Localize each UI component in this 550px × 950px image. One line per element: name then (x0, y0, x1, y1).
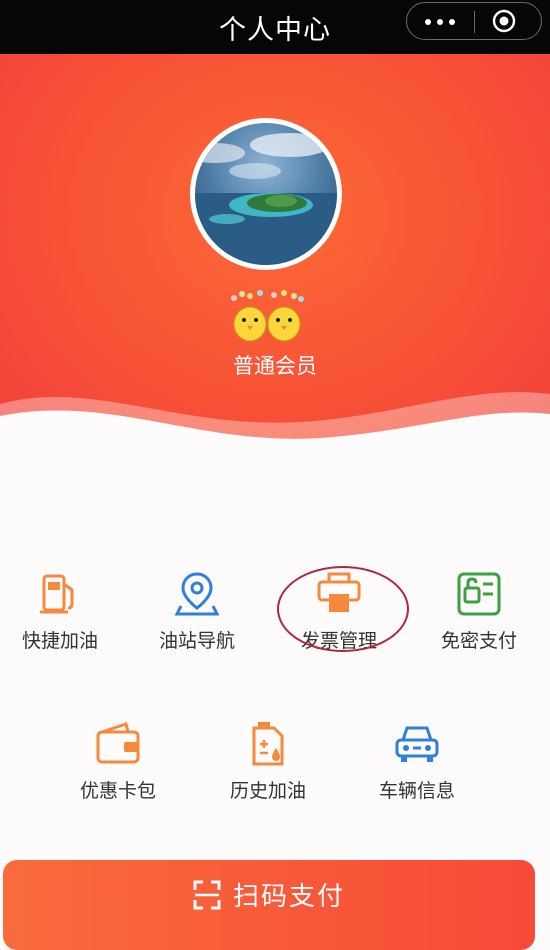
member-level: 普通会员 (233, 354, 317, 378)
scan-pay-button[interactable]: 扫码支付 (3, 860, 535, 950)
menu-item-quick-refuel[interactable]: 快捷加油 (0, 570, 120, 653)
menu-label: 油站导航 (158, 630, 235, 652)
fuel-can-icon (252, 722, 284, 766)
scan-pay-label: 扫码支付 (232, 882, 345, 912)
navigation-bar: 个人中心 (0, 0, 550, 54)
scan-icon (193, 880, 221, 910)
capsule-divider (474, 11, 475, 33)
member-badge-icon (231, 290, 304, 342)
wallet-icon (96, 722, 140, 764)
menu-item-password-free-payment[interactable]: 免密支付 (419, 570, 539, 653)
more-icon[interactable] (425, 19, 455, 25)
menu-label: 车辆信息 (378, 780, 455, 802)
location-pin-icon (174, 572, 220, 616)
island-photo (195, 133, 337, 265)
car-icon (395, 726, 439, 762)
avatar[interactable] (190, 118, 342, 270)
fuel-pump-icon (40, 574, 74, 614)
header-wave (0, 392, 550, 454)
menu-item-vehicle-info[interactable]: 车辆信息 (357, 720, 477, 803)
menu-item-refuel-history[interactable]: 历史加油 (208, 720, 328, 803)
scan-pay-content: 扫码支付 (3, 876, 535, 913)
menu-label: 快捷加油 (21, 630, 98, 652)
menu-label: 历史加油 (229, 780, 306, 802)
menu-label: 优惠卡包 (79, 780, 156, 802)
highlight-circle (277, 566, 409, 652)
menu-label: 免密支付 (440, 630, 517, 652)
menu-item-coupon-wallet[interactable]: 优惠卡包 (58, 720, 178, 803)
menu-item-station-navigation[interactable]: 油站导航 (137, 570, 257, 653)
profile-header: 普通会员 (0, 54, 550, 454)
mini-program-capsule (406, 2, 542, 40)
close-target-icon[interactable] (492, 9, 516, 33)
lock-card-icon (457, 572, 501, 616)
